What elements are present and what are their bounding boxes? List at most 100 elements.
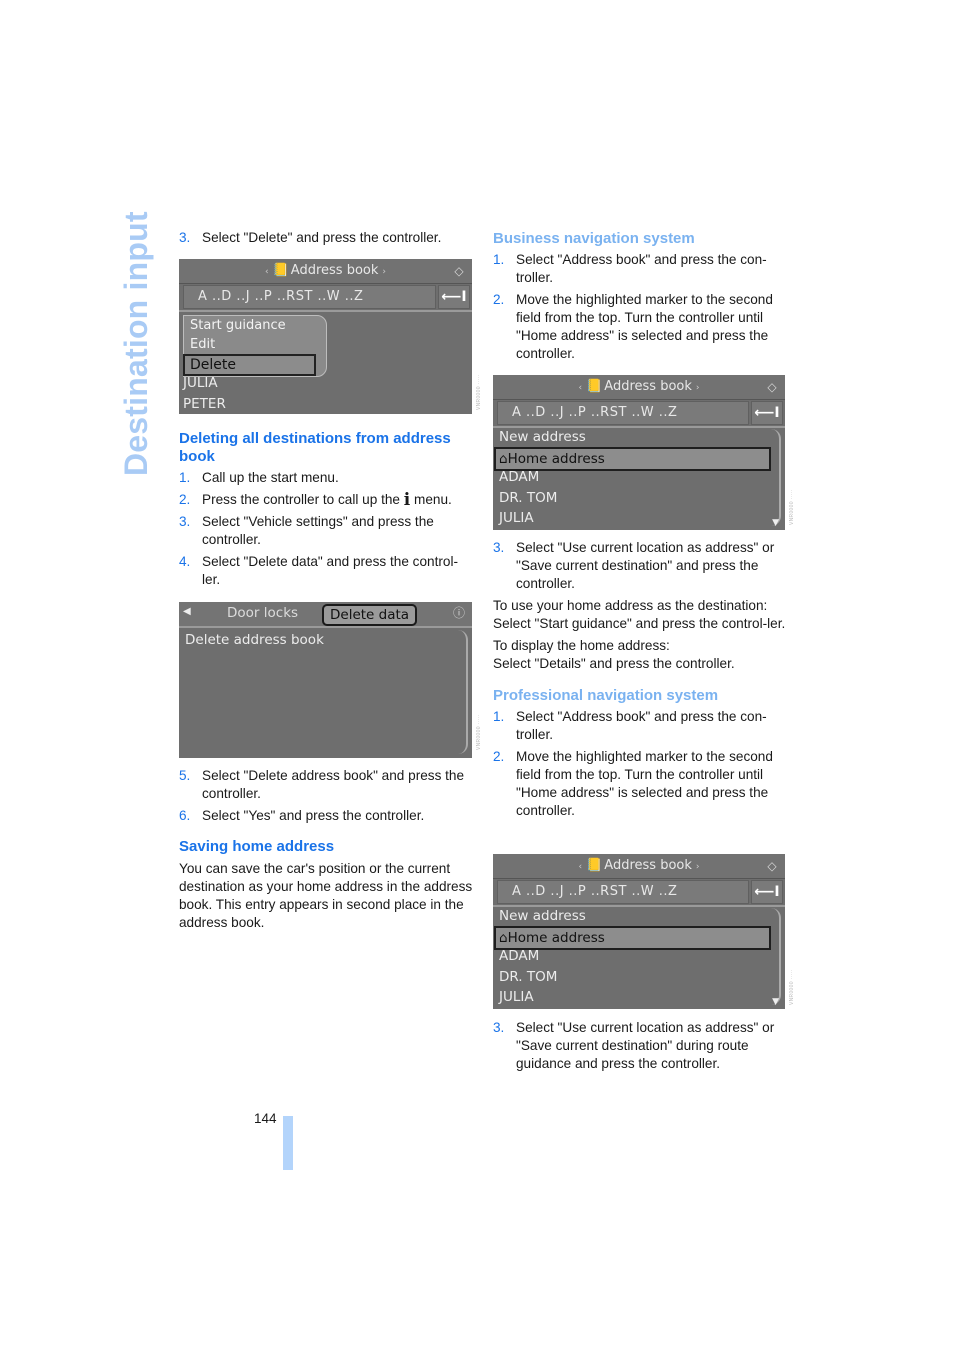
step-number: 5. bbox=[179, 768, 191, 783]
step-text: Select "Delete data" and press the contr… bbox=[202, 554, 458, 587]
scrollbar[interactable] bbox=[771, 908, 781, 1005]
list-item[interactable]: ADAM bbox=[499, 946, 539, 966]
screen-address-book-popup: ‹ 📒 Address book › ◇ A ..D ..J ..P ..RST ..… bbox=[179, 259, 472, 414]
list-item-new-address[interactable]: New address bbox=[499, 906, 586, 926]
step-item: 3. Select "Vehicle settings" and press th… bbox=[179, 513, 474, 549]
image-code: VNR0000 ····· bbox=[789, 489, 795, 525]
address-book-icon: 📒 bbox=[586, 379, 603, 394]
tab-delete-data[interactable]: Delete data bbox=[322, 604, 418, 626]
right-arrow-icon: › bbox=[695, 383, 700, 393]
screen-business-address-book: ‹ 📒 Address book › ◇ A ..D ..J ..P ..RST ..… bbox=[493, 375, 785, 530]
step-text: Move the highlighted marker to the secon… bbox=[516, 749, 773, 818]
back-icon[interactable]: ⟵I bbox=[751, 401, 783, 425]
step-number: 2. bbox=[179, 492, 191, 507]
left-arrow-icon: ‹ bbox=[578, 862, 583, 872]
list-item[interactable]: PETER bbox=[183, 394, 226, 414]
scrollbar[interactable] bbox=[771, 429, 781, 526]
screen-header: ‹ 📒 Address book › bbox=[179, 259, 472, 284]
step-number: 1. bbox=[179, 470, 191, 485]
step-text: Select "Use current location as address"… bbox=[516, 1020, 775, 1071]
list-item[interactable]: JULIA bbox=[499, 508, 534, 528]
step-item: 3. Select "Use current location as addres… bbox=[493, 1019, 788, 1073]
right-arrow-icon: › bbox=[382, 267, 386, 277]
step-item: 2. Move the highlighted marker to the sec… bbox=[493, 291, 788, 363]
step-number: 3. bbox=[179, 230, 191, 245]
step-number: 3. bbox=[493, 540, 505, 555]
step-text: Select "Yes" and press the controller. bbox=[202, 808, 425, 823]
step-item: 6. Select "Yes" and press the controller. bbox=[179, 807, 474, 825]
alphabet-bar[interactable]: A ..D ..J ..P ..RST ..W ..Z bbox=[497, 880, 749, 904]
scrollbar[interactable] bbox=[458, 630, 468, 754]
instruction-line: Select "Details" and press the controlle… bbox=[493, 656, 735, 671]
saving-paragraph: You can save the car's position or the c… bbox=[179, 861, 473, 930]
image-code: VNR0000 ····· bbox=[476, 374, 482, 410]
tab-bar: ◀ Door locks Delete data ⓘ bbox=[179, 602, 472, 628]
list-item[interactable]: DR. TOM bbox=[499, 967, 557, 987]
step-number: 3. bbox=[493, 1020, 505, 1035]
step-number: 3. bbox=[179, 514, 191, 529]
step-number: 1. bbox=[493, 709, 505, 724]
home-address-label: Home address bbox=[507, 930, 605, 946]
divider bbox=[179, 310, 472, 312]
home-icon: ⌂ bbox=[499, 451, 508, 467]
screen-header-title: Address book bbox=[604, 379, 692, 394]
step-item: 4. Select "Delete data" and press the con… bbox=[179, 553, 474, 589]
left-arrow-icon: ‹ bbox=[578, 383, 583, 393]
list-item-delete-address-book[interactable]: Delete address book bbox=[185, 630, 324, 650]
controller-info-icon: ⓘ bbox=[452, 606, 465, 620]
controller-icon: ◇ bbox=[767, 859, 777, 873]
tab-door-locks[interactable]: Door locks bbox=[227, 604, 298, 622]
back-icon[interactable]: ⟵I bbox=[438, 285, 470, 309]
alphabet-bar[interactable]: A ..D ..J ..P ..RST ..W ..Z bbox=[497, 401, 749, 425]
instruction-line: To use your home address as the destinat… bbox=[493, 598, 768, 613]
step-item: 5. Select "Delete address book" and press… bbox=[179, 767, 474, 803]
screen-header-title: Address book bbox=[290, 263, 379, 278]
list-item[interactable]: DR. TOM bbox=[499, 488, 557, 508]
step-number: 2. bbox=[493, 292, 505, 307]
screen-header-title: Address book bbox=[604, 858, 692, 873]
step-text: Select "Vehicle settings" and press the … bbox=[202, 514, 434, 547]
address-book-icon: 📒 bbox=[272, 263, 289, 278]
step-text: menu. bbox=[410, 492, 452, 507]
step-text: Move the highlighted marker to the secon… bbox=[516, 292, 773, 361]
step-item: 1. Select "Address book" and press the co… bbox=[493, 251, 788, 287]
step-text: Call up the start menu. bbox=[202, 470, 339, 485]
list-item-new-address[interactable]: New address bbox=[499, 427, 586, 447]
heading-saving-home: Saving home address bbox=[179, 838, 335, 855]
list-item[interactable]: JULIA bbox=[499, 987, 534, 1007]
step-item: 3. Select "Delete" and press the controll… bbox=[179, 229, 474, 247]
scroll-down-icon[interactable]: ▼ bbox=[772, 518, 779, 528]
step-item: 1. Call up the start menu. bbox=[179, 469, 474, 487]
home-address-label: Home address bbox=[507, 451, 605, 467]
delete-steps-cont: 5. Select "Delete address book" and press… bbox=[179, 767, 474, 936]
section-title-text: Destination input bbox=[118, 211, 154, 476]
step-number: 6. bbox=[179, 808, 191, 823]
alphabet-bar[interactable]: A ..D ..J ..P ..RST ..W ..Z bbox=[183, 285, 436, 309]
screen-professional-address-book: ‹ 📒 Address book › ◇ A ..D ..J ..P ..RST ..… bbox=[493, 854, 785, 1009]
left-column: 3. Select "Delete" and press the controll… bbox=[179, 229, 474, 251]
back-icon[interactable]: ⟵I bbox=[751, 880, 783, 904]
instruction-line: To display the home address: bbox=[493, 638, 670, 653]
screen-delete-data: ◀ Door locks Delete data ⓘ Delete addres… bbox=[179, 602, 472, 758]
step-text: Select "Delete" and press the controller… bbox=[202, 230, 442, 245]
use-home-instruction: To use your home address as the destinat… bbox=[493, 597, 788, 633]
section-side-title: Destination input bbox=[112, 211, 158, 480]
step-text: Select "Address book" and press the con-… bbox=[516, 709, 767, 742]
scroll-down-icon[interactable]: ▼ bbox=[772, 997, 779, 1007]
image-code: VNR0000 ····· bbox=[476, 714, 482, 750]
controller-icon: ◇ bbox=[454, 264, 464, 278]
list-item[interactable]: ADAM bbox=[499, 467, 539, 487]
right-arrow-icon: › bbox=[695, 862, 700, 872]
step-item: 2. Move the highlighted marker to the sec… bbox=[493, 748, 788, 820]
image-code: VNR0000 ····· bbox=[789, 969, 795, 1005]
popup-item-start-guidance[interactable]: Start guidance bbox=[190, 317, 286, 335]
screen-header: ‹ 📒 Address book › bbox=[493, 854, 785, 879]
left-arrow-icon[interactable]: ◀ bbox=[183, 606, 191, 617]
step-number: 1. bbox=[493, 252, 505, 267]
step-item: 2. Press the controller to call up the i … bbox=[179, 491, 474, 509]
step-item: 3. Select "Use current location as addres… bbox=[493, 539, 788, 593]
page-marker-bar bbox=[283, 1116, 293, 1170]
popup-item-edit[interactable]: Edit bbox=[190, 336, 215, 354]
list-item[interactable]: JULIA bbox=[183, 373, 218, 393]
screen-header: ‹ 📒 Address book › bbox=[493, 375, 785, 400]
